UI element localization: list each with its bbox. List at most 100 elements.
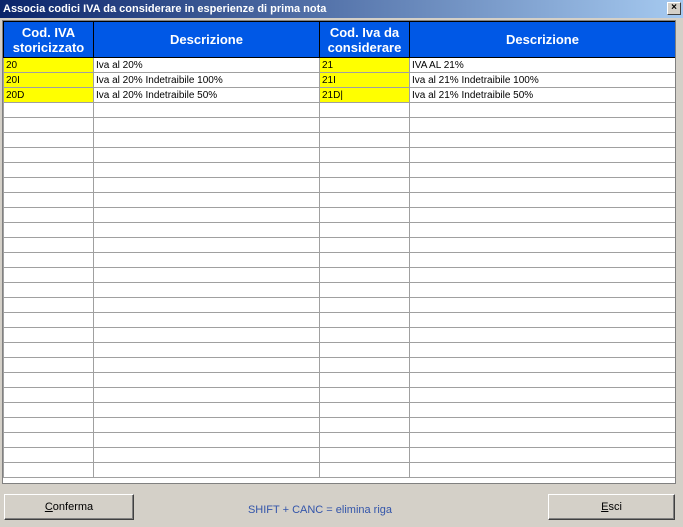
descrizione-considerare-cell[interactable] xyxy=(409,267,675,283)
empty-table-row[interactable] xyxy=(3,297,675,313)
empty-table-row[interactable] xyxy=(3,387,675,403)
descrizione-cell[interactable] xyxy=(93,282,320,298)
cod-iva-storicizzato-cell[interactable] xyxy=(3,327,94,343)
cod-iva-storicizzato-cell[interactable] xyxy=(3,117,94,133)
cod-iva-storicizzato-cell[interactable] xyxy=(3,462,94,478)
cod-iva-storicizzato-cell[interactable]: 20D xyxy=(3,87,94,103)
descrizione-considerare-cell[interactable] xyxy=(409,462,675,478)
descrizione-cell[interactable] xyxy=(93,462,320,478)
descrizione-considerare-cell[interactable] xyxy=(409,402,675,418)
empty-table-row[interactable] xyxy=(3,357,675,373)
descrizione-considerare-cell[interactable] xyxy=(409,177,675,193)
cod-iva-storicizzato-cell[interactable] xyxy=(3,192,94,208)
cod-iva-storicizzato-cell[interactable] xyxy=(3,132,94,148)
cod-iva-da-considerare-cell[interactable] xyxy=(319,192,410,208)
descrizione-considerare-cell[interactable] xyxy=(409,102,675,118)
descrizione-considerare-cell[interactable] xyxy=(409,312,675,328)
descrizione-cell[interactable] xyxy=(93,327,320,343)
cod-iva-da-considerare-cell[interactable] xyxy=(319,402,410,418)
cod-iva-da-considerare-cell[interactable] xyxy=(319,282,410,298)
cod-iva-storicizzato-cell[interactable] xyxy=(3,162,94,178)
descrizione-considerare-cell[interactable] xyxy=(409,252,675,268)
cod-iva-da-considerare-cell[interactable] xyxy=(319,417,410,433)
cod-iva-storicizzato-cell[interactable] xyxy=(3,222,94,238)
descrizione-cell[interactable] xyxy=(93,297,320,313)
descrizione-cell[interactable]: Iva al 20% Indetraibile 50% xyxy=(93,87,320,103)
cod-iva-storicizzato-cell[interactable] xyxy=(3,102,94,118)
descrizione-cell[interactable] xyxy=(93,222,320,238)
confirm-button[interactable]: Conferma xyxy=(4,494,134,520)
table-row[interactable]: 20 Iva al 20% 21 IVA AL 21% xyxy=(3,57,675,73)
descrizione-considerare-cell[interactable] xyxy=(409,372,675,388)
cod-iva-da-considerare-cell[interactable]: 21 xyxy=(319,57,410,73)
descrizione-cell[interactable] xyxy=(93,147,320,163)
cod-iva-da-considerare-cell[interactable] xyxy=(319,372,410,388)
cod-iva-da-considerare-cell[interactable] xyxy=(319,357,410,373)
descrizione-cell[interactable] xyxy=(93,402,320,418)
empty-table-row[interactable] xyxy=(3,237,675,253)
cod-iva-da-considerare-cell[interactable] xyxy=(319,267,410,283)
empty-table-row[interactable] xyxy=(3,222,675,238)
descrizione-considerare-cell[interactable] xyxy=(409,327,675,343)
cod-iva-storicizzato-cell[interactable]: 20 xyxy=(3,57,94,73)
cod-iva-da-considerare-cell[interactable] xyxy=(319,447,410,463)
column-header-cod-iva-storicizzato[interactable]: Cod. IVA storicizzato xyxy=(3,21,94,58)
descrizione-considerare-cell[interactable] xyxy=(409,192,675,208)
cod-iva-da-considerare-cell[interactable] xyxy=(319,237,410,253)
cod-iva-da-considerare-cell[interactable] xyxy=(319,177,410,193)
cod-iva-storicizzato-cell[interactable]: 20I xyxy=(3,72,94,88)
descrizione-considerare-cell[interactable] xyxy=(409,132,675,148)
empty-table-row[interactable] xyxy=(3,147,675,163)
column-header-cod-iva-da-considerare[interactable]: Cod. Iva da considerare xyxy=(319,21,410,58)
cod-iva-storicizzato-cell[interactable] xyxy=(3,357,94,373)
empty-table-row[interactable] xyxy=(3,252,675,268)
empty-table-row[interactable] xyxy=(3,342,675,358)
descrizione-cell[interactable] xyxy=(93,342,320,358)
descrizione-cell[interactable] xyxy=(93,162,320,178)
cod-iva-da-considerare-cell[interactable] xyxy=(319,102,410,118)
descrizione-cell[interactable] xyxy=(93,387,320,403)
descrizione-considerare-cell[interactable] xyxy=(409,222,675,238)
empty-table-row[interactable] xyxy=(3,462,675,478)
cod-iva-da-considerare-cell[interactable] xyxy=(319,147,410,163)
cod-iva-da-considerare-cell[interactable] xyxy=(319,132,410,148)
descrizione-cell[interactable] xyxy=(93,357,320,373)
empty-table-row[interactable] xyxy=(3,132,675,148)
close-button[interactable]: × xyxy=(667,2,681,15)
empty-table-row[interactable] xyxy=(3,192,675,208)
descrizione-cell[interactable] xyxy=(93,417,320,433)
descrizione-considerare-cell[interactable]: IVA AL 21% xyxy=(409,57,675,73)
descrizione-cell[interactable] xyxy=(93,132,320,148)
descrizione-considerare-cell[interactable]: Iva al 21% Indetraibile 100% xyxy=(409,72,675,88)
cod-iva-storicizzato-cell[interactable] xyxy=(3,342,94,358)
cod-iva-da-considerare-cell[interactable] xyxy=(319,462,410,478)
empty-table-row[interactable] xyxy=(3,372,675,388)
descrizione-considerare-cell[interactable] xyxy=(409,282,675,298)
cod-iva-storicizzato-cell[interactable] xyxy=(3,387,94,403)
cod-iva-storicizzato-cell[interactable] xyxy=(3,447,94,463)
empty-table-row[interactable] xyxy=(3,327,675,343)
cod-iva-da-considerare-cell[interactable] xyxy=(319,117,410,133)
cod-iva-da-considerare-cell[interactable] xyxy=(319,252,410,268)
descrizione-cell[interactable] xyxy=(93,252,320,268)
empty-table-row[interactable] xyxy=(3,102,675,118)
empty-table-row[interactable] xyxy=(3,267,675,283)
empty-table-row[interactable] xyxy=(3,117,675,133)
empty-table-row[interactable] xyxy=(3,417,675,433)
descrizione-considerare-cell[interactable]: Iva al 21% Indetraibile 50% xyxy=(409,87,675,103)
empty-table-row[interactable] xyxy=(3,447,675,463)
cod-iva-da-considerare-cell[interactable] xyxy=(319,207,410,223)
cod-iva-storicizzato-cell[interactable] xyxy=(3,432,94,448)
descrizione-cell[interactable] xyxy=(93,102,320,118)
column-header-descrizione-2[interactable]: Descrizione xyxy=(409,21,675,58)
descrizione-considerare-cell[interactable] xyxy=(409,417,675,433)
cod-iva-storicizzato-cell[interactable] xyxy=(3,147,94,163)
descrizione-cell[interactable] xyxy=(93,117,320,133)
descrizione-considerare-cell[interactable] xyxy=(409,342,675,358)
column-header-descrizione[interactable]: Descrizione xyxy=(93,21,320,58)
empty-table-row[interactable] xyxy=(3,282,675,298)
empty-table-row[interactable] xyxy=(3,402,675,418)
cod-iva-storicizzato-cell[interactable] xyxy=(3,282,94,298)
cod-iva-da-considerare-cell[interactable] xyxy=(319,162,410,178)
descrizione-cell[interactable] xyxy=(93,237,320,253)
